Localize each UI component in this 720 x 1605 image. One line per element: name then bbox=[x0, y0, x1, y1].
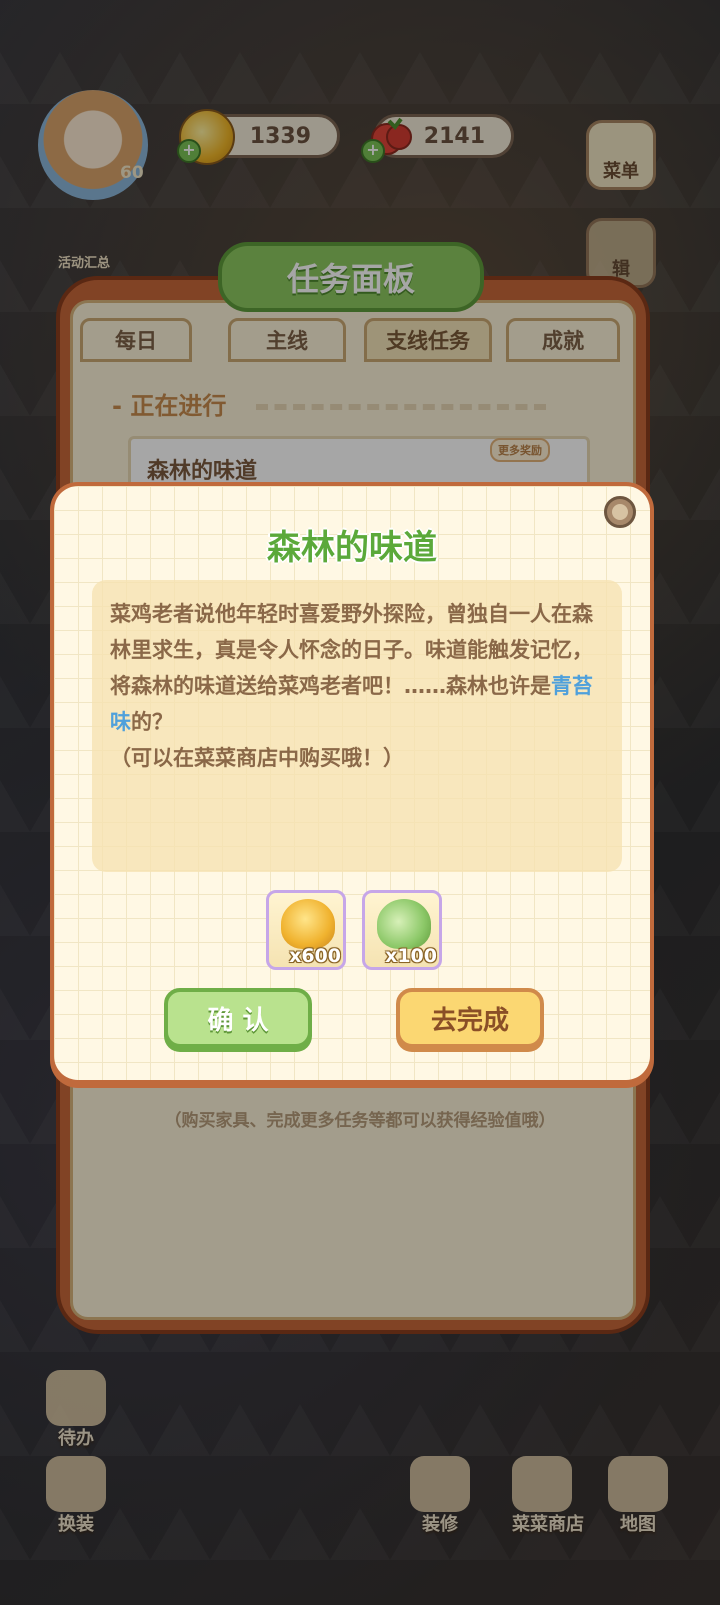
desc-note: （可以在菜菜商店中购买哦！） bbox=[110, 746, 404, 770]
dialog-title: 森林的味道 bbox=[267, 528, 437, 568]
quest-detail-dialog: 森林的味道 菜鸡老者说他年轻时喜爱野外探险，曾独自一人在森林里求生，真是令人怀念… bbox=[50, 482, 654, 1088]
reward-exp-count: x100 bbox=[385, 945, 437, 967]
dialog-body: 森林的味道 菜鸡老者说他年轻时喜爱野外探险，曾独自一人在森林里求生，真是令人怀念… bbox=[54, 486, 650, 1080]
go-complete-button[interactable]: 去完成 bbox=[396, 988, 544, 1048]
gold-coin-pile-icon bbox=[281, 899, 335, 949]
reward-coins-count: x600 bbox=[289, 945, 341, 967]
veggie-exp-up-icon bbox=[377, 899, 431, 949]
reward-veggie-exp[interactable]: x100 bbox=[362, 890, 442, 970]
reward-coins[interactable]: x600 bbox=[266, 890, 346, 970]
confirm-button[interactable]: 确 认 bbox=[164, 988, 312, 1048]
quest-description: 菜鸡老者说他年轻时喜爱野外探险，曾独自一人在森林里求生，真是令人怀念的日子。味道… bbox=[110, 596, 610, 776]
desc-text: 菜鸡老者说他年轻时喜爱野外探险，曾独自一人在森林里求生，真是令人怀念的日子。味道… bbox=[110, 602, 593, 698]
desc-text-end: 的？ bbox=[131, 710, 173, 734]
